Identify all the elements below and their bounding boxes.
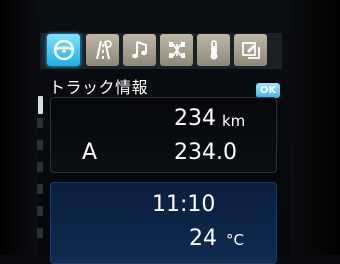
thermometer-icon: [210, 40, 217, 60]
scroll-notch: [37, 206, 43, 216]
temperature-unit: °C: [226, 231, 244, 249]
right-bezel: [290, 0, 340, 255]
scroll-notch: [37, 118, 43, 128]
odometer-value: 234: [174, 106, 216, 131]
tab-navigation[interactable]: [86, 34, 119, 66]
outside-temperature: 24: [189, 226, 217, 251]
settings-edit-icon: [241, 42, 260, 59]
scroll-track[interactable]: [37, 118, 44, 255]
ok-button[interactable]: OK: [256, 83, 280, 98]
scroll-notch: [37, 228, 43, 238]
scroll-notch: [37, 140, 43, 150]
vehicle-chassis-icon: [168, 42, 185, 58]
tab-audio[interactable]: [123, 34, 156, 66]
tab-chassis[interactable]: [160, 34, 193, 66]
scroll-notch: [37, 184, 43, 194]
odometer-unit: km: [222, 112, 246, 130]
scroll-thumb[interactable]: [38, 96, 43, 114]
left-bezel: [0, 0, 38, 255]
page-title: トラック情報: [49, 78, 149, 97]
tab-settings[interactable]: [234, 34, 267, 66]
clock-time: 11:10: [152, 192, 216, 217]
tab-vehicle-info[interactable]: [47, 34, 80, 66]
steering-wheel-icon: [53, 39, 74, 61]
scroll-notch: [37, 162, 43, 172]
road-navigation-icon: [95, 40, 112, 60]
music-note-icon: [131, 41, 147, 59]
tab-climate[interactable]: [197, 34, 230, 66]
trip-label: A: [82, 140, 98, 165]
trip-value: 234.0: [174, 140, 237, 165]
